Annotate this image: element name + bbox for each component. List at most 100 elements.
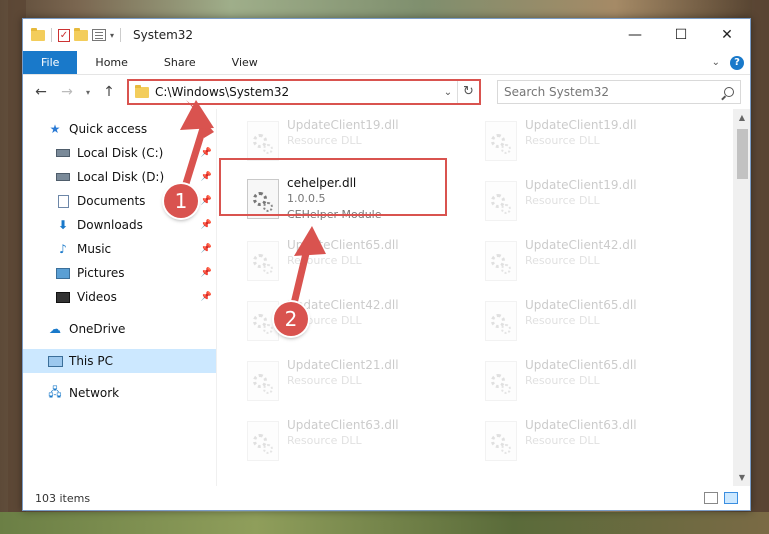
file-type: Resource DLL [525, 434, 600, 447]
sidebar-item-videos[interactable]: Videos 📌 [23, 285, 216, 309]
dll-file-icon [485, 181, 517, 221]
sidebar-item-onedrive[interactable]: ☁ OneDrive [23, 317, 216, 341]
pin-icon[interactable]: 📌 [201, 172, 212, 182]
file-type: Resource DLL [525, 134, 600, 147]
dll-file-icon [247, 361, 279, 401]
details-view-icon[interactable] [704, 492, 718, 504]
tab-share[interactable]: Share [146, 51, 214, 74]
sidebar-item-label: Pictures [77, 266, 125, 280]
callout-1: 1 [164, 184, 198, 218]
list-item[interactable]: UpdateClient21.dll Resource DLL [241, 355, 465, 411]
sidebar-item-pictures[interactable]: Pictures 📌 [23, 261, 216, 285]
properties-icon[interactable] [92, 29, 106, 41]
explorer-window: ✓ ▾ System32 — ☐ ✕ File Home Share View … [22, 18, 751, 511]
ribbon-tabs: File Home Share View ⌄ ? [23, 51, 750, 75]
pin-icon[interactable]: 📌 [201, 268, 212, 278]
list-item[interactable]: UpdateClient19.dll Resource DLL [479, 115, 703, 171]
dll-file-icon [485, 121, 517, 161]
title-bar: ✓ ▾ System32 — ☐ ✕ [23, 19, 750, 51]
divider [120, 28, 122, 42]
refresh-icon[interactable]: ↻ [457, 81, 479, 103]
sidebar-item-label: Videos [77, 290, 117, 304]
callout-2: 2 [274, 302, 308, 336]
background-trunk [752, 0, 769, 534]
dll-file-icon [247, 241, 279, 281]
scroll-up-icon[interactable]: ▲ [734, 109, 750, 126]
recent-locations-icon[interactable]: ▾ [83, 88, 93, 97]
sidebar-item-label: Documents [77, 194, 146, 208]
navigation-bar: ← → ▾ ↑ C:\Windows\System32 ⌄ ↻ [23, 75, 750, 109]
search-input[interactable] [504, 85, 724, 99]
sidebar-item-label: This PC [69, 354, 113, 368]
scrollbar-thumb[interactable] [737, 129, 748, 179]
pin-icon[interactable]: 📌 [201, 220, 212, 230]
sidebar-item-label: Downloads [77, 218, 143, 232]
file-type: Resource DLL [287, 374, 362, 387]
list-item[interactable]: UpdateClient63.dll Resource DLL [479, 415, 703, 471]
list-item[interactable]: UpdateClient65.dll Resource DLL [241, 235, 465, 291]
address-path[interactable]: C:\Windows\System32 [155, 85, 439, 99]
file-name: UpdateClient65.dll [525, 358, 637, 372]
chevron-down-icon[interactable]: ⌄ [439, 87, 457, 98]
star-icon: ★ [49, 122, 61, 136]
search-box[interactable] [497, 80, 741, 104]
network-icon: 🖧 [48, 384, 62, 399]
videos-icon [55, 290, 71, 304]
pictures-icon [55, 266, 71, 280]
help-icon[interactable]: ? [730, 55, 744, 70]
sidebar-item-quick-access[interactable]: ★ Quick access [23, 117, 216, 141]
pc-icon [47, 354, 63, 368]
scroll-down-icon[interactable]: ▼ [734, 469, 750, 486]
large-icons-view-icon[interactable] [724, 492, 738, 504]
pin-icon[interactable]: 📌 [201, 148, 212, 158]
music-icon: ♪ [59, 242, 67, 256]
file-name: UpdateClient19.dll [525, 178, 637, 192]
highlight-box [219, 158, 447, 216]
list-item[interactable]: UpdateClient65.dll Resource DLL [479, 295, 703, 351]
new-folder-icon[interactable] [74, 27, 88, 41]
minimize-button[interactable]: — [612, 19, 658, 51]
file-type: Resource DLL [525, 254, 600, 267]
divider [51, 28, 52, 42]
list-item[interactable]: UpdateClient65.dll Resource DLL [479, 355, 703, 411]
vertical-scrollbar[interactable]: ▲ ▼ [733, 109, 750, 486]
sidebar-item-label: OneDrive [69, 322, 126, 336]
file-type: Resource DLL [525, 374, 600, 387]
folder-icon [31, 27, 45, 41]
chevron-down-icon[interactable]: ▾ [110, 31, 114, 40]
desktop-background [0, 512, 769, 534]
up-arrow-icon[interactable]: ↑ [99, 84, 119, 100]
dll-file-icon [247, 421, 279, 461]
file-type: Resource DLL [525, 314, 600, 327]
window-title: System32 [133, 28, 194, 42]
properties-check-icon[interactable]: ✓ [58, 28, 70, 42]
sidebar-item-network[interactable]: 🖧 Network [23, 381, 216, 405]
list-item[interactable]: UpdateClient63.dll Resource DLL [241, 415, 465, 471]
tab-file[interactable]: File [23, 51, 78, 74]
pin-icon[interactable]: 📌 [201, 196, 212, 206]
downloads-icon: ⬇ [57, 218, 69, 232]
list-item[interactable]: UpdateClient42.dll Resource DLL [479, 235, 703, 291]
sidebar-item-label: Network [69, 386, 120, 400]
file-name: UpdateClient21.dll [287, 358, 399, 372]
close-button[interactable]: ✕ [704, 19, 750, 51]
pin-icon[interactable]: 📌 [201, 244, 212, 254]
address-bar[interactable]: C:\Windows\System32 ⌄ ↻ [127, 79, 481, 105]
forward-arrow-icon[interactable]: → [57, 84, 77, 100]
sidebar-item-local-disk-c[interactable]: Local Disk (C:) 📌 [23, 141, 216, 165]
tab-home[interactable]: Home [77, 51, 145, 74]
sidebar-item-this-pc[interactable]: This PC [23, 349, 216, 373]
file-name: UpdateClient19.dll [287, 118, 399, 132]
search-icon[interactable] [724, 87, 734, 97]
file-type: Resource DLL [287, 434, 362, 447]
sidebar-item-music[interactable]: ♪ Music 📌 [23, 237, 216, 261]
back-arrow-icon[interactable]: ← [31, 84, 51, 100]
tab-view[interactable]: View [214, 51, 276, 74]
disk-icon [55, 170, 71, 184]
pin-icon[interactable]: 📌 [201, 292, 212, 302]
maximize-button[interactable]: ☐ [658, 19, 704, 51]
expand-ribbon-icon[interactable]: ⌄ [712, 57, 720, 68]
list-item[interactable]: UpdateClient19.dll Resource DLL [479, 175, 703, 231]
sidebar-item-label: Quick access [69, 122, 148, 136]
item-count: 103 items [35, 491, 91, 505]
